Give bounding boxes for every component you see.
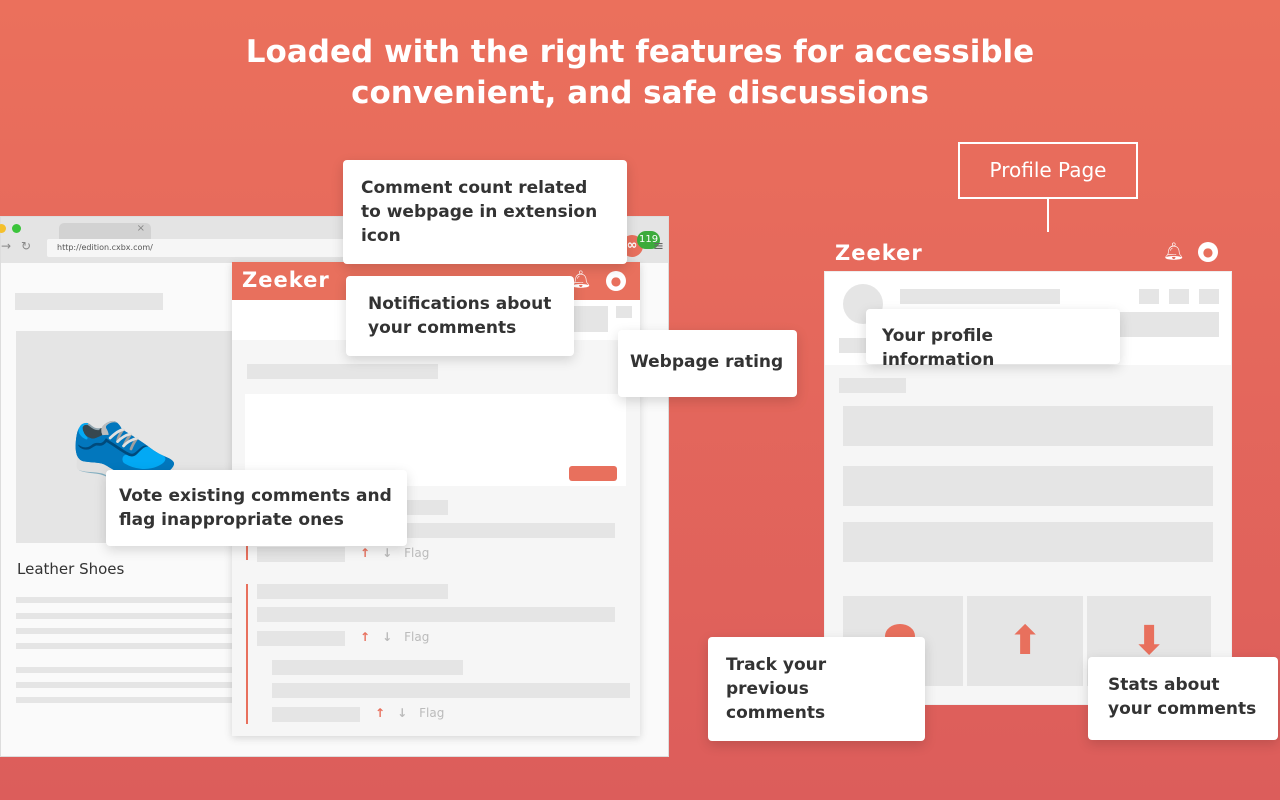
placeholder-bar	[257, 631, 345, 646]
placeholder-bar	[900, 289, 1060, 304]
vote-controls: ↑ ↓ Flag	[360, 546, 429, 560]
callout-stats: Stats about your comments	[1088, 657, 1278, 740]
thread-line	[246, 584, 248, 724]
product-title: Leather Shoes	[17, 560, 125, 578]
placeholder-bar	[839, 338, 869, 353]
upvote-icon: ⬆	[1008, 618, 1042, 664]
callout-profile-info: Your profile information	[866, 309, 1120, 370]
profile-page-label: Profile Page	[958, 142, 1138, 199]
bell-icon[interactable]: 🔔︎	[1163, 242, 1185, 262]
stat-upvotes: ⬆	[967, 596, 1083, 686]
headline: Loaded with the right features for acces…	[245, 34, 1035, 111]
browser-tab[interactable]: ×	[59, 223, 151, 239]
callout-vote: Vote existing comments and flag inapprop…	[106, 470, 407, 546]
placeholder-bar	[272, 707, 360, 722]
menu-icon[interactable]: ≡	[653, 239, 664, 254]
flag-button[interactable]: Flag	[404, 630, 429, 644]
placeholder-bar	[1139, 289, 1159, 304]
rating-block	[616, 306, 632, 318]
comment-placeholder[interactable]	[843, 466, 1213, 506]
zeeker-logo: Zeeker	[835, 241, 923, 265]
forward-icon[interactable]: →	[1, 239, 11, 253]
user-icon[interactable]: ●	[1198, 242, 1218, 262]
placeholder-bar	[1115, 312, 1219, 337]
placeholder-bar	[257, 607, 615, 622]
placeholder-bar	[16, 643, 234, 649]
placeholder-bar	[272, 683, 630, 698]
flag-button[interactable]: Flag	[419, 706, 444, 720]
downvote-icon[interactable]: ↓	[397, 706, 407, 720]
placeholder-bar	[1169, 289, 1189, 304]
submit-button[interactable]	[569, 466, 617, 481]
callout-track: Track your previous comments	[708, 637, 925, 741]
tab-close-icon[interactable]: ×	[137, 223, 145, 234]
window-dot-green	[12, 224, 21, 233]
callout-comment-count: Comment count related to webpage in exte…	[343, 160, 627, 264]
comment-placeholder[interactable]	[843, 522, 1213, 562]
placeholder-bar	[272, 660, 463, 675]
upvote-icon[interactable]: ↑	[375, 706, 385, 720]
downvote-icon[interactable]: ↓	[382, 630, 392, 644]
rating-block	[572, 306, 608, 332]
placeholder-bar	[16, 628, 234, 634]
connector-line	[1047, 199, 1049, 232]
placeholder-bar	[15, 293, 163, 310]
placeholder-bar	[16, 682, 234, 688]
zeeker-logo: Zeeker	[242, 268, 330, 292]
placeholder-bar	[1199, 289, 1219, 304]
flag-button[interactable]: Flag	[404, 546, 429, 560]
callout-rating: Webpage rating	[618, 330, 797, 397]
placeholder-bar	[257, 584, 448, 599]
upvote-icon[interactable]: ↑	[360, 630, 370, 644]
downvote-icon[interactable]: ↓	[382, 546, 392, 560]
placeholder-bar	[16, 613, 234, 619]
vote-controls: ↑ ↓ Flag	[360, 630, 429, 644]
user-icon[interactable]: ●	[606, 271, 626, 291]
comment-placeholder[interactable]	[843, 406, 1213, 446]
upvote-icon[interactable]: ↑	[360, 546, 370, 560]
placeholder-bar	[257, 547, 345, 562]
placeholder-bar	[16, 667, 234, 673]
placeholder-bar	[16, 597, 234, 603]
placeholder-bar	[247, 364, 438, 379]
vote-controls: ↑ ↓ Flag	[375, 706, 444, 720]
callout-notifications: Notifications about your comments	[346, 276, 574, 356]
placeholder-bar	[16, 697, 234, 703]
placeholder-bar	[839, 378, 906, 393]
reload-icon[interactable]: ↻	[21, 239, 31, 253]
